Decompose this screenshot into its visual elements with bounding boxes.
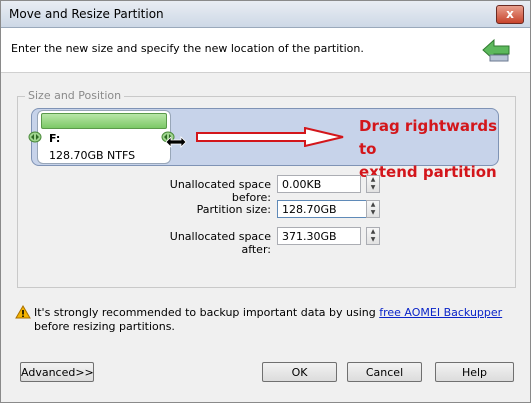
unallocated-before-spinner[interactable]: ▲ ▼ xyxy=(366,175,380,193)
window-title: Move and Resize Partition xyxy=(9,7,164,21)
spin-up-icon[interactable]: ▲ xyxy=(367,176,379,184)
left-resize-handle-icon[interactable] xyxy=(28,131,42,143)
dialog-header: Enter the new size and specify the new l… xyxy=(1,28,530,73)
spin-down-icon[interactable]: ▼ xyxy=(367,184,379,192)
backupper-link[interactable]: free AOMEI Backupper xyxy=(379,306,502,319)
group-legend: Size and Position xyxy=(25,89,125,102)
spin-up-icon[interactable]: ▲ xyxy=(367,228,379,236)
back-arrow-icon xyxy=(482,38,510,62)
spin-down-icon[interactable]: ▼ xyxy=(367,209,379,217)
advanced-button[interactable]: Advanced>> xyxy=(20,362,94,382)
help-button[interactable]: Help xyxy=(435,362,514,382)
unallocated-after-label: Unallocated space after: xyxy=(169,230,271,256)
warning-icon xyxy=(15,305,31,319)
partition-size-spinner[interactable]: ▲ ▼ xyxy=(366,200,380,218)
unallocated-after-spinner[interactable]: ▲ ▼ xyxy=(366,227,380,245)
cancel-button[interactable]: Cancel xyxy=(347,362,422,382)
partition-size-field-label: Partition size: xyxy=(196,203,271,216)
partition-size-input[interactable]: 128.70GB xyxy=(277,200,379,218)
unallocated-after-input[interactable]: 371.30GB xyxy=(277,227,361,245)
unallocated-before-input[interactable]: 0.00KB xyxy=(277,175,361,193)
drag-arrow-annotation xyxy=(196,127,344,147)
move-resize-dialog: Move and Resize Partition x Enter the ne… xyxy=(0,0,531,403)
annotation-line-2: extend partition xyxy=(359,163,497,181)
warning-text-before: It's strongly recommended to backup impo… xyxy=(34,306,380,319)
spin-down-icon[interactable]: ▼ xyxy=(367,236,379,244)
partition-size-label: 128.70GB NTFS xyxy=(49,149,136,162)
header-instruction: Enter the new size and specify the new l… xyxy=(11,42,364,55)
unallocated-before-label: Unallocated space before: xyxy=(169,178,271,204)
warning-text-after: before resizing partitions. xyxy=(34,320,175,333)
resize-cursor-icon xyxy=(165,136,187,148)
backup-warning: It's strongly recommended to backup impo… xyxy=(34,306,514,334)
title-bar[interactable]: Move and Resize Partition x xyxy=(1,1,530,28)
partition-usage-bar xyxy=(41,113,167,129)
partition-letter: F: xyxy=(49,132,61,145)
drag-annotation-text: Drag rightwards to extend partition xyxy=(359,115,519,184)
close-icon: x xyxy=(506,7,514,21)
annotation-line-1: Drag rightwards to xyxy=(359,117,498,158)
close-button[interactable]: x xyxy=(496,5,524,24)
spin-up-icon[interactable]: ▲ xyxy=(367,201,379,209)
ok-button[interactable]: OK xyxy=(262,362,337,382)
